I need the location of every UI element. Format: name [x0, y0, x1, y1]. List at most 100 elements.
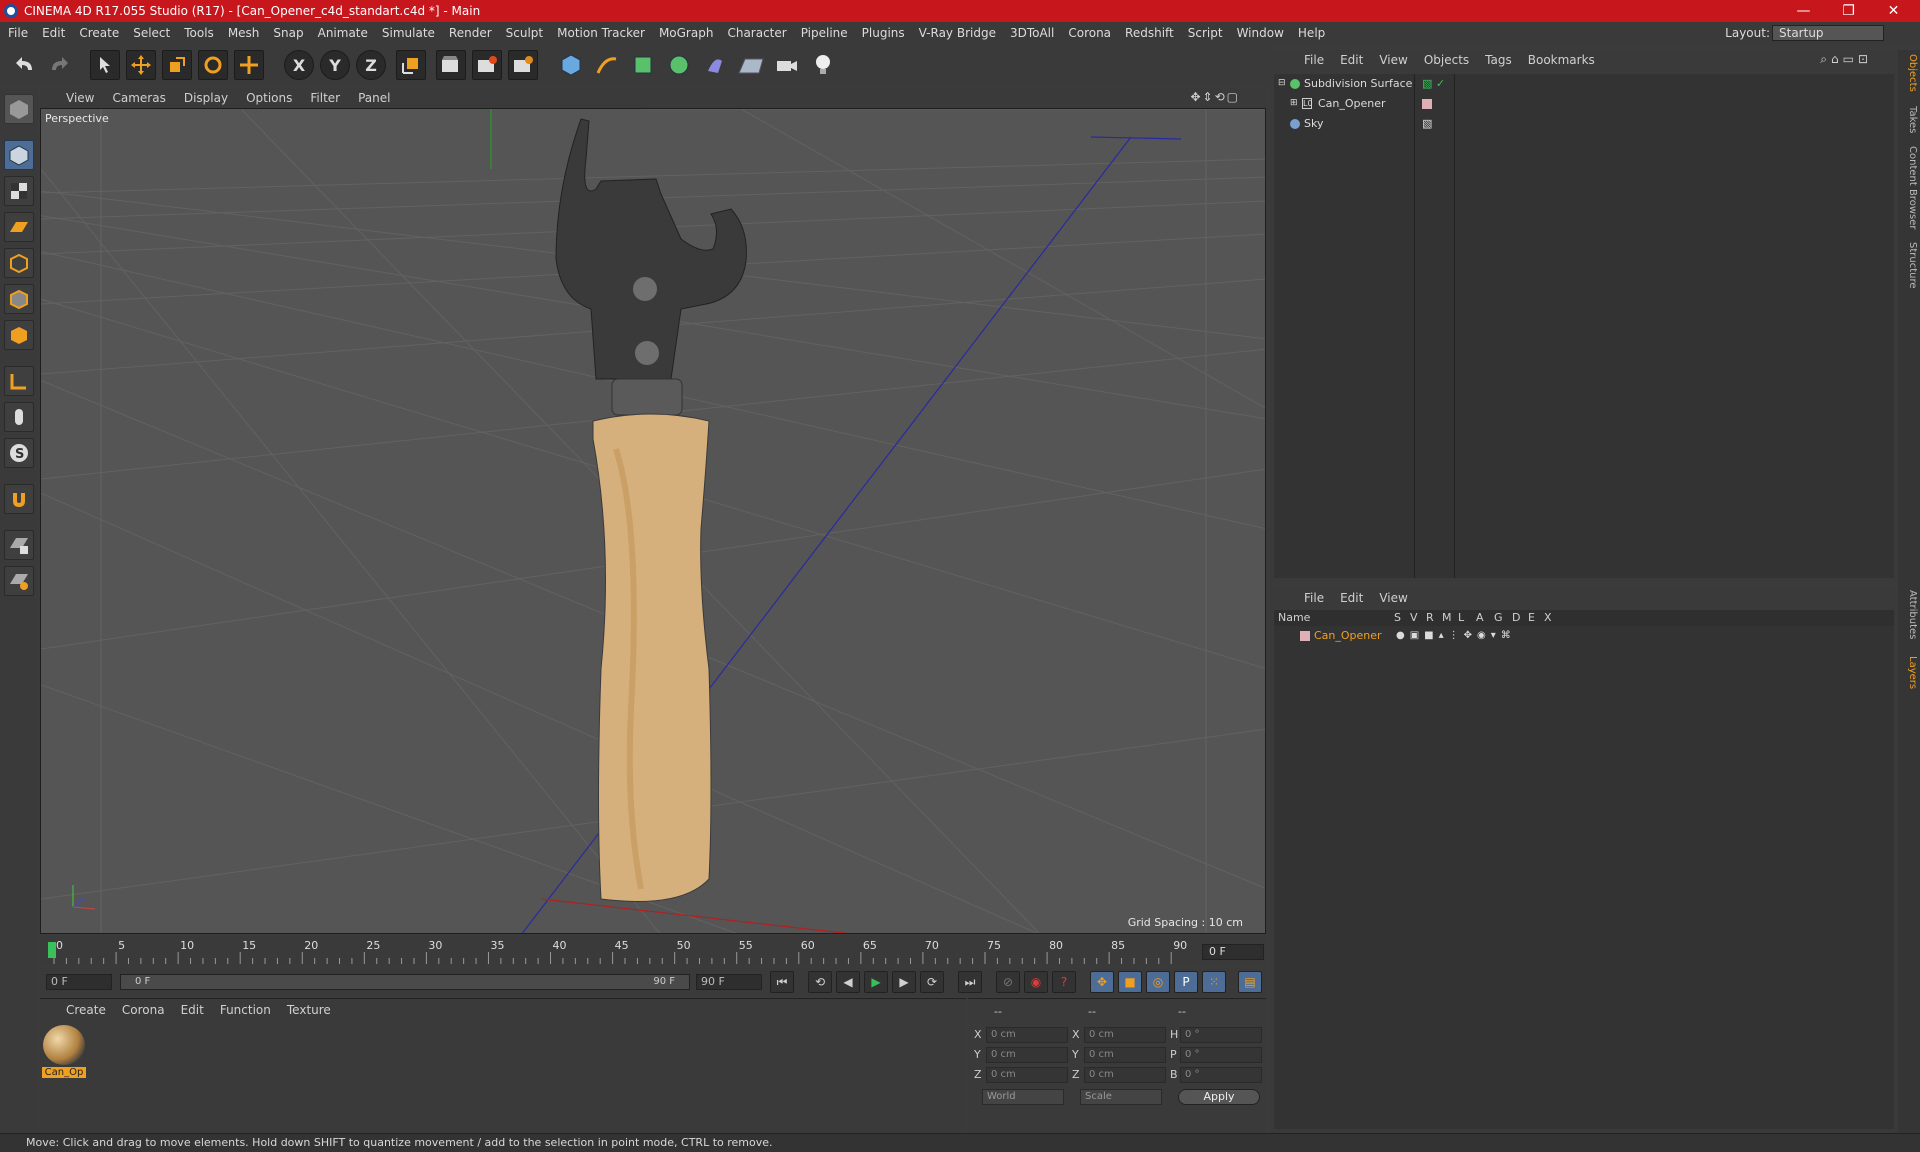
floor-icon[interactable] [736, 50, 766, 80]
menu-pipeline[interactable]: Pipeline [801, 26, 848, 40]
start-frame-field[interactable]: 0 F [46, 974, 112, 990]
layout-select[interactable]: Startup [1772, 25, 1884, 41]
material-tag-icon[interactable] [1422, 99, 1432, 109]
previous-key-icon[interactable]: ⟲ [808, 971, 832, 993]
undo-icon[interactable] [10, 50, 40, 80]
coordinate-space-select[interactable]: World [982, 1089, 1064, 1105]
menu-character[interactable]: Character [727, 26, 786, 40]
obj-search-home-icons[interactable]: ⌕⌂▭⊡ [1820, 52, 1872, 67]
select-tool-icon[interactable] [90, 50, 120, 80]
object-row-subdivision-surface[interactable]: ⊟ Subdivision Surface ▧ ✓ [1274, 74, 1894, 93]
menu-redshift[interactable]: Redshift [1125, 26, 1174, 40]
viewport-menu-cameras[interactable]: Cameras [112, 91, 165, 105]
tab-takes[interactable]: Takes [1900, 106, 1918, 133]
tweak-mode-icon[interactable] [4, 402, 34, 432]
size-z-field[interactable]: 0 cm [1084, 1067, 1166, 1083]
viewport-menu-panel[interactable]: Panel [358, 91, 390, 105]
obj-menu-bookmarks[interactable]: Bookmarks [1528, 53, 1595, 67]
keyframe-selection-icon[interactable]: ? [1052, 971, 1076, 993]
rotation-p-field[interactable]: 0 ° [1180, 1047, 1262, 1063]
step-back-icon[interactable]: ◀ [836, 971, 860, 993]
render-view-icon[interactable] [436, 50, 466, 80]
menu-animate[interactable]: Animate [318, 26, 368, 40]
cube-icon[interactable] [556, 50, 586, 80]
position-y-field[interactable]: 0 cm [986, 1047, 1068, 1063]
tab-layers[interactable]: Layers [1900, 656, 1918, 689]
position-x-field[interactable]: 0 cm [986, 1027, 1068, 1043]
material-menu-function[interactable]: Function [220, 1003, 271, 1017]
menu-help[interactable]: Help [1298, 26, 1325, 40]
material-swatch[interactable]: Can_Op [42, 1025, 86, 1081]
obj-menu-tags[interactable]: Tags [1485, 53, 1512, 67]
sky-visibility-icon[interactable]: ▧ [1422, 114, 1432, 133]
menu-mesh[interactable]: Mesh [228, 26, 260, 40]
menu-window[interactable]: Window [1237, 26, 1284, 40]
menu-3dtoall[interactable]: 3DToAll [1010, 26, 1054, 40]
viewport-camera-label[interactable]: Perspective [45, 112, 109, 125]
size-y-field[interactable]: 0 cm [1084, 1047, 1166, 1063]
timeline-window-icon[interactable]: ▤ [1238, 971, 1262, 993]
3d-viewport[interactable]: Perspective Grid Spacing : 10 cm [40, 108, 1266, 934]
deformer-icon[interactable] [700, 50, 730, 80]
redo-icon[interactable] [44, 50, 74, 80]
obj-menu-view[interactable]: View [1379, 53, 1407, 67]
render-picture-viewer-icon[interactable] [472, 50, 502, 80]
obj-menu-file[interactable]: File [1304, 53, 1324, 67]
key-rotation-icon[interactable]: ◎ [1146, 971, 1170, 993]
menu-select[interactable]: Select [133, 26, 170, 40]
play-icon[interactable]: ▶ [864, 971, 888, 993]
scale-tool-icon[interactable] [162, 50, 192, 80]
menu-render[interactable]: Render [449, 26, 492, 40]
key-position-icon[interactable]: ✥ [1090, 971, 1114, 993]
axis-x-toggle[interactable]: X [284, 50, 314, 80]
material-menu-create[interactable]: Create [66, 1003, 106, 1017]
grid-lock-icon[interactable] [4, 530, 34, 560]
texture-mode-icon[interactable] [4, 176, 34, 206]
rotation-h-field[interactable]: 0 ° [1180, 1027, 1262, 1043]
workplane-icon[interactable] [4, 212, 34, 242]
snap-icon[interactable]: S [4, 438, 34, 468]
layer-menu-edit[interactable]: Edit [1340, 591, 1363, 605]
minimize-button[interactable]: — [1781, 0, 1826, 22]
viewport-menu-filter[interactable]: Filter [310, 91, 340, 105]
key-parameter-icon[interactable]: P [1174, 971, 1198, 993]
material-menu-texture[interactable]: Texture [287, 1003, 331, 1017]
obj-menu-objects[interactable]: Objects [1424, 53, 1469, 67]
layer-menu-view[interactable]: View [1379, 591, 1407, 605]
end-frame-field[interactable]: 90 F [696, 974, 762, 990]
layer-row-can-opener[interactable]: Can_Opener ●▣■▴⋮✥◉▾⌘ [1274, 626, 1894, 645]
axis-z-toggle[interactable]: Z [356, 50, 386, 80]
object-row-can-opener[interactable]: ⊞ L0 Can_Opener [1274, 94, 1894, 113]
viewport-menu-options[interactable]: Options [246, 91, 292, 105]
visibility-check-icon[interactable]: ▧ ✓ [1422, 74, 1445, 93]
layer-menu-file[interactable]: File [1304, 591, 1324, 605]
step-forward-icon[interactable]: ▶ [892, 971, 916, 993]
coordinate-system-icon[interactable] [396, 50, 426, 80]
menu-snap[interactable]: Snap [273, 26, 303, 40]
menu-mograph[interactable]: MoGraph [659, 26, 714, 40]
go-to-end-icon[interactable]: ⏭ [958, 971, 982, 993]
render-settings-icon[interactable] [508, 50, 538, 80]
next-key-icon[interactable]: ⟳ [920, 971, 944, 993]
menu-simulate[interactable]: Simulate [382, 26, 435, 40]
axis-y-toggle[interactable]: Y [320, 50, 350, 80]
menu-create[interactable]: Create [79, 26, 119, 40]
viewport-menu-view[interactable]: View [66, 91, 94, 105]
magnet-icon[interactable] [4, 484, 34, 514]
obj-menu-edit[interactable]: Edit [1340, 53, 1363, 67]
menu-script[interactable]: Script [1188, 26, 1223, 40]
autokey-icon[interactable]: ◉ [1024, 971, 1048, 993]
pen-spline-icon[interactable] [592, 50, 622, 80]
make-editable-icon[interactable] [4, 94, 34, 124]
subdivision-surface-icon[interactable] [628, 50, 658, 80]
grid-snap-icon[interactable] [4, 566, 34, 596]
transform-tool-icon[interactable] [234, 50, 264, 80]
menu-edit[interactable]: Edit [42, 26, 65, 40]
key-pla-icon[interactable]: ⁙ [1202, 971, 1226, 993]
viewport-nav-icons[interactable]: ✥⇕⟲▢ [1190, 90, 1240, 104]
menu-corona[interactable]: Corona [1068, 26, 1111, 40]
playhead[interactable] [48, 942, 56, 958]
menu-vray-bridge[interactable]: V-Ray Bridge [919, 26, 996, 40]
menu-plugins[interactable]: Plugins [862, 26, 905, 40]
restore-button[interactable]: ❐ [1826, 0, 1871, 22]
